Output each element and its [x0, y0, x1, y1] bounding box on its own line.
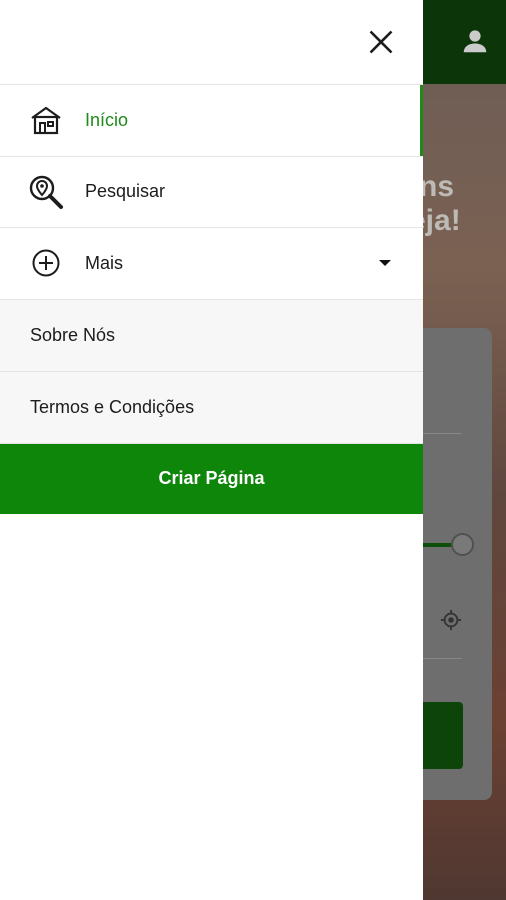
caret-down-icon: [379, 260, 391, 267]
search-location-icon: [28, 174, 64, 210]
submenu-item-sobre-nos[interactable]: Sobre Nós: [0, 299, 423, 372]
home-icon: [28, 102, 64, 138]
menu-item-inicio[interactable]: Início: [0, 85, 423, 157]
menu-item-label: Início: [85, 109, 129, 130]
navigation-drawer: Início Pesquisar Mais Sobre Nós Termos e…: [0, 0, 423, 900]
menu-item-pesquisar[interactable]: Pesquisar: [0, 157, 423, 228]
menu-item-label: Mais: [85, 252, 124, 273]
menu-item-label: Pesquisar: [85, 181, 166, 202]
create-page-button[interactable]: Criar Página: [0, 443, 423, 514]
drawer-header: [0, 0, 423, 85]
menu-item-mais[interactable]: Mais: [0, 228, 423, 300]
close-icon[interactable]: [367, 28, 395, 56]
plus-circle-icon: [28, 245, 64, 281]
submenu-item-termos[interactable]: Termos e Condições: [0, 371, 423, 444]
